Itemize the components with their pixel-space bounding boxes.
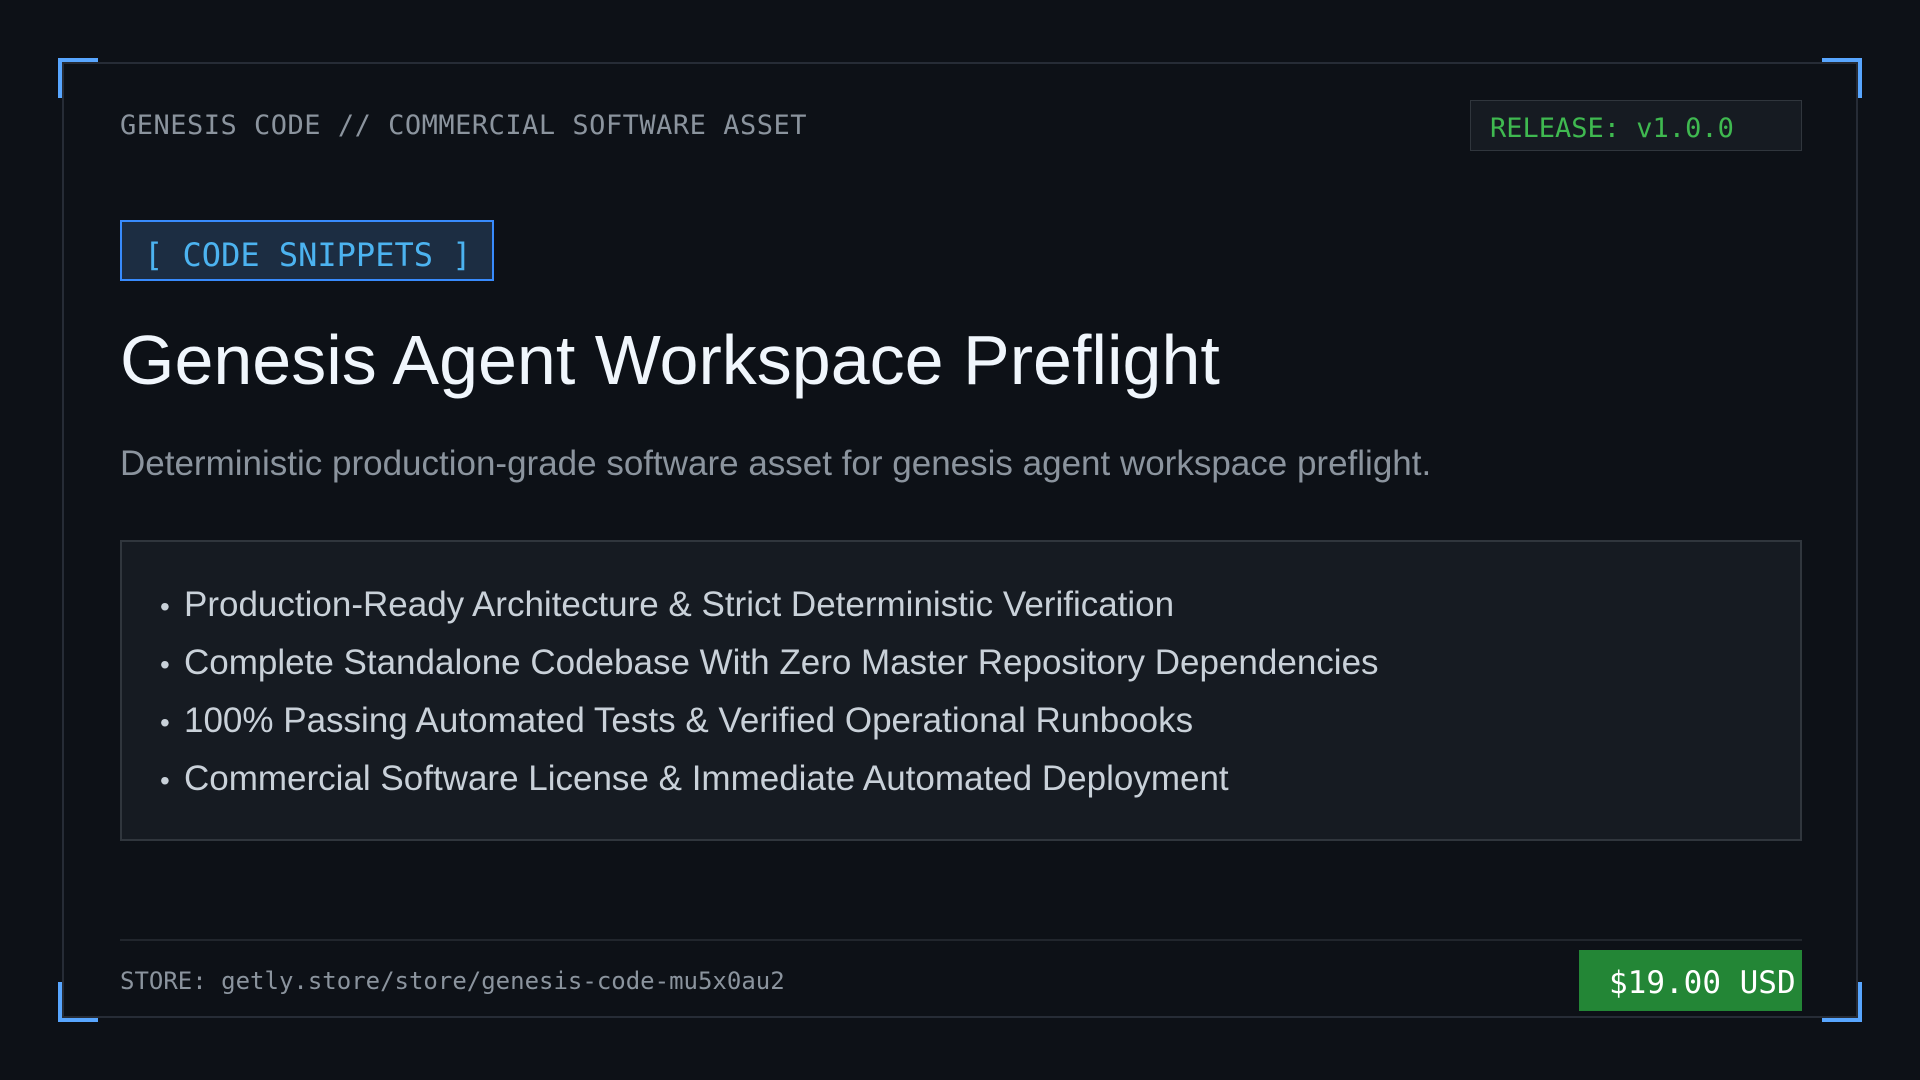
page-title: Genesis Agent Workspace Preflight — [120, 321, 1220, 399]
feature-item: • Production-Ready Architecture & Strict … — [160, 576, 1800, 634]
bullet-icon: • — [160, 649, 170, 680]
corner-bracket-bottom-left — [58, 982, 98, 1022]
header-label: GENESIS CODE // COMMERCIAL SOFTWARE ASSE… — [120, 110, 807, 141]
feature-item: • Complete Standalone Codebase With Zero … — [160, 634, 1800, 692]
category-tag: [ CODE SNIPPETS ] — [120, 220, 494, 281]
subtitle: Deterministic production-grade software … — [120, 444, 1432, 483]
footer-divider — [120, 939, 1802, 941]
feature-item: • Commercial Software License & Immediate… — [160, 750, 1800, 808]
feature-text: Complete Standalone Codebase With Zero M… — [184, 643, 1379, 682]
feature-text: Commercial Software License & Immediate … — [184, 759, 1229, 798]
feature-text: Production-Ready Architecture & Strict D… — [184, 585, 1175, 624]
bullet-icon: • — [160, 707, 170, 738]
bullet-icon: • — [160, 591, 170, 622]
features-panel: • Production-Ready Architecture & Strict … — [120, 540, 1802, 841]
corner-bracket-bottom-right — [1822, 982, 1862, 1022]
feature-item: • 100% Passing Automated Tests & Verified… — [160, 692, 1800, 750]
store-link[interactable]: STORE: getly.store/store/genesis-code-mu… — [120, 967, 785, 995]
release-badge: RELEASE: v1.0.0 — [1470, 100, 1802, 151]
features-list: • Production-Ready Architecture & Strict … — [160, 576, 1800, 808]
price-badge: $19.00 USD — [1579, 950, 1802, 1011]
corner-bracket-top-left — [58, 58, 98, 98]
feature-text: 100% Passing Automated Tests & Verified … — [184, 701, 1194, 740]
bullet-icon: • — [160, 765, 170, 796]
corner-bracket-top-right — [1822, 58, 1862, 98]
